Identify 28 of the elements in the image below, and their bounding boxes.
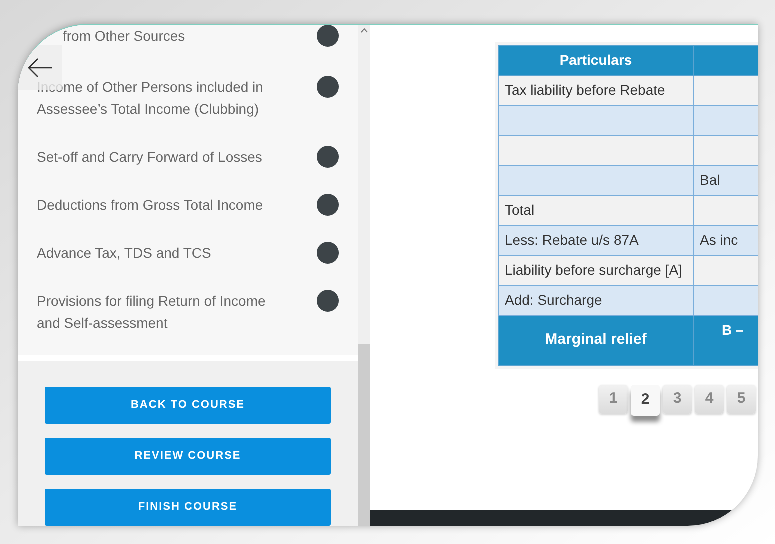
module-link[interactable]: Provisions for filing Return of Income and Self-assessment (37, 290, 287, 334)
module-link[interactable]: Income of Other Persons included in Assessee’s Total Income (Clubbing) (37, 76, 287, 120)
scrollbar[interactable] (358, 25, 370, 526)
module-link[interactable]: from Other Sources (63, 25, 287, 47)
course-button[interactable]: REVIEW COURSE (45, 438, 331, 475)
table-cell: Total (498, 196, 694, 226)
course-button[interactable]: FINISH COURSE (45, 489, 331, 526)
table-cell: Add: Surcharge (498, 286, 694, 316)
module-link[interactable]: Advance Tax, TDS and TCS (37, 242, 287, 264)
scroll-up-icon[interactable] (360, 28, 368, 33)
module-link[interactable]: Set-off and Carry Forward of Losses (37, 146, 287, 168)
table-cell: Liability before surcharge [A] (498, 256, 694, 286)
back-arrow-icon (27, 58, 53, 78)
page-button[interactable]: 4 (695, 385, 724, 414)
module-link[interactable]: Deductions from Gross Total Income (37, 194, 287, 216)
table-footer-cell: B – (694, 316, 758, 366)
table-cell: As inc (694, 226, 758, 256)
page-button[interactable]: 2 (631, 385, 660, 416)
page-button[interactable]: 5 (727, 385, 756, 414)
page-button[interactable]: 3 (663, 385, 692, 414)
column-header: Particulars (498, 46, 694, 76)
course-button[interactable]: BACK TO COURSE (45, 387, 331, 424)
table-cell: Less: Rebate u/s 87A (498, 226, 694, 256)
scrollbar-thumb[interactable] (358, 344, 370, 526)
table-footer-cell: Marginal relief (498, 316, 694, 366)
page-button[interactable]: 1 (599, 385, 628, 414)
table-cell: Bal (694, 166, 758, 196)
table-cell: Tax liability before Rebate (498, 76, 694, 106)
